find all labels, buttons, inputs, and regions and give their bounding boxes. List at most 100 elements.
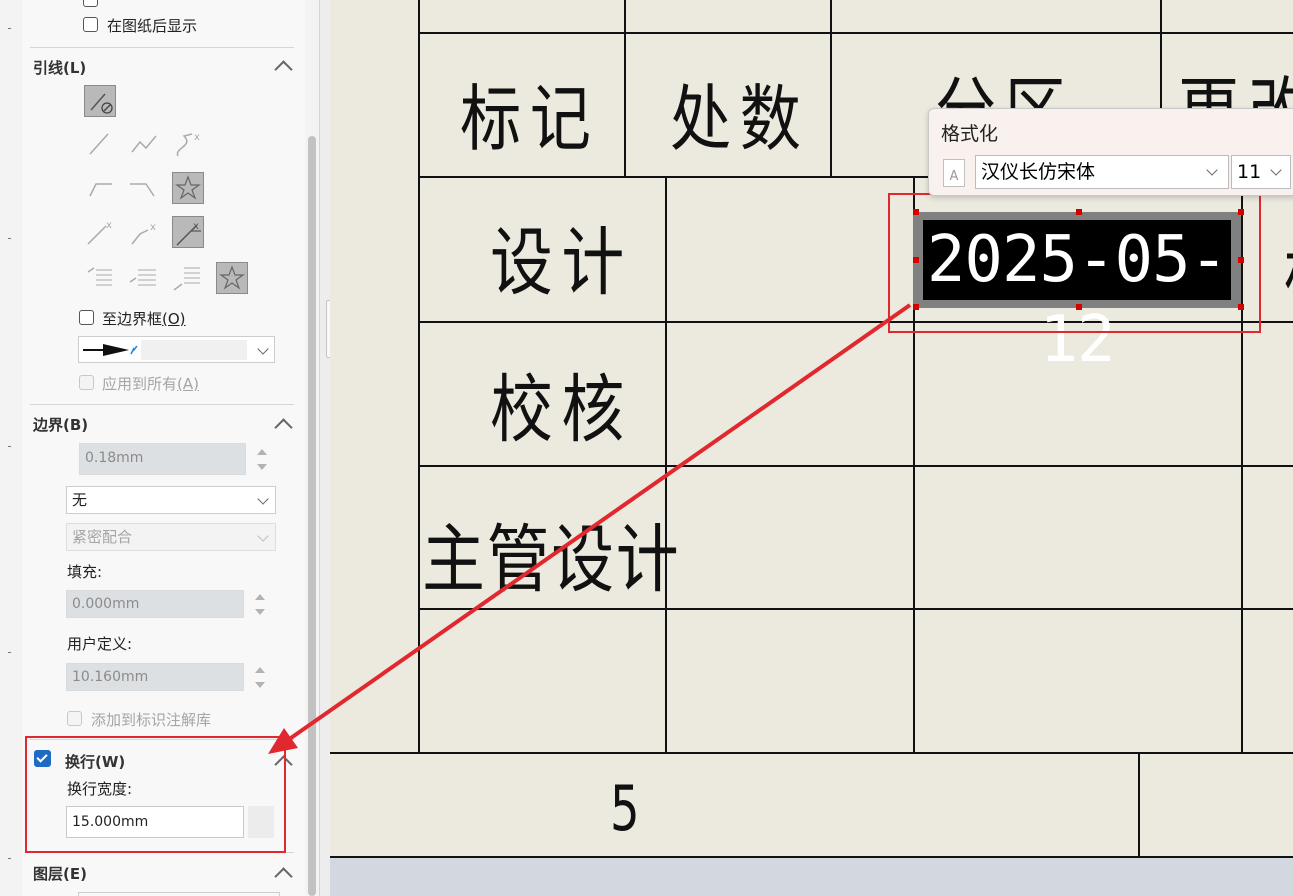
- font-icon: A: [943, 159, 965, 187]
- table-line: [418, 0, 420, 754]
- fill-spinner[interactable]: [248, 588, 272, 622]
- leader-left-icon[interactable]: [84, 172, 116, 204]
- chevron-down-icon: [1270, 164, 1282, 176]
- bottom-value-cell[interactable]: 5: [610, 772, 640, 845]
- chevron-down-icon: [1206, 164, 1218, 176]
- apply-all-label: 应用到所有(A): [102, 373, 199, 394]
- border-fit-select[interactable]: 紧密配合: [66, 523, 276, 551]
- arrow-style-preview-icon: [83, 340, 247, 360]
- border-style-select[interactable]: 无: [66, 486, 276, 514]
- arrow-style-select[interactable]: [78, 336, 275, 363]
- date-annotation-outline: [888, 193, 1261, 333]
- align-bottom-leader-icon[interactable]: [172, 262, 204, 294]
- edge-tick: [8, 28, 11, 29]
- layer-title-text: 图层: [33, 865, 64, 883]
- leader-collapse-icon[interactable]: [274, 60, 293, 79]
- add-library-checkbox[interactable]: [67, 711, 82, 726]
- apply-all-shortcut: (A): [177, 375, 199, 393]
- leader-title-text: 引线: [33, 59, 64, 77]
- edge-tick: [8, 238, 11, 239]
- edge-tick: [8, 446, 11, 447]
- right-partial-cell: 标: [1284, 215, 1293, 320]
- border-style-value: 无: [72, 491, 88, 509]
- section-divider: [30, 47, 294, 48]
- format-popup[interactable]: 格式化 A 汉仪长仿宋体 11: [928, 108, 1293, 196]
- layer-select[interactable]: [78, 892, 280, 896]
- header-mark-cell[interactable]: 标记: [460, 60, 599, 165]
- panel-scrollbar-thumb[interactable]: [308, 136, 316, 896]
- chevron-down-icon: [257, 530, 269, 542]
- bent-leader-icon[interactable]: [128, 128, 160, 160]
- svg-text:x: x: [194, 132, 200, 143]
- border-thickness-spinner[interactable]: [250, 443, 274, 477]
- svg-text:x: x: [193, 221, 199, 232]
- font-size-select[interactable]: 11: [1231, 155, 1291, 189]
- show-behind-sheet-label: 在图纸后显示: [107, 17, 198, 35]
- fill-label: 填充:: [67, 563, 103, 581]
- user-defined-field[interactable]: 10.160mm: [66, 663, 244, 691]
- chevron-down-icon: [257, 343, 269, 355]
- svg-text:x: x: [106, 220, 112, 231]
- font-value: 汉仪长仿宋体: [981, 161, 1096, 183]
- table-line: [330, 752, 1293, 754]
- to-boundary-checkbox[interactable]: [79, 310, 94, 325]
- user-defined-spinner[interactable]: [248, 661, 272, 695]
- header-change-cell[interactable]: 更改: [1178, 52, 1293, 110]
- align-center-leader-icon[interactable]: [128, 262, 160, 294]
- leader-nearest-icon[interactable]: [172, 172, 204, 204]
- leader-underline-icon[interactable]: x: [172, 216, 204, 248]
- to-boundary-shortcut: (O): [162, 310, 186, 328]
- layer-section-title[interactable]: 图层(E): [33, 863, 87, 884]
- bent-arrow-leader-icon[interactable]: x: [128, 216, 160, 248]
- leader-right-icon[interactable]: [128, 172, 160, 204]
- apply-all-text: 应用到所有: [102, 375, 178, 393]
- row-check-cell[interactable]: 校核: [490, 350, 633, 457]
- table-line: [418, 608, 1293, 610]
- no-leader-icon[interactable]: [84, 85, 116, 117]
- top-partial-checkbox[interactable]: [83, 0, 98, 7]
- header-zone-cell[interactable]: 分区: [935, 52, 1074, 110]
- straight-leader-icon[interactable]: [84, 128, 116, 160]
- table-line: [418, 32, 1293, 34]
- border-thickness-field[interactable]: 0.18mm: [79, 443, 246, 475]
- row-chief-design-cell[interactable]: 主管设计: [422, 500, 680, 607]
- table-line: [418, 465, 1293, 467]
- align-left-leader-icon[interactable]: [84, 262, 116, 294]
- table-line: [1138, 754, 1140, 858]
- leader-shortcut: (L): [63, 59, 87, 77]
- table-line: [624, 0, 626, 178]
- border-shortcut: (B): [63, 416, 89, 434]
- leader-attach-star-icon[interactable]: [216, 262, 248, 294]
- chevron-down-icon: [257, 493, 269, 505]
- layer-collapse-icon[interactable]: [274, 867, 293, 886]
- layer-shortcut: (E): [63, 865, 87, 883]
- border-title-text: 边界: [33, 416, 64, 434]
- format-popup-title: 格式化: [941, 123, 999, 145]
- add-library-label: 添加到标识注解库: [91, 711, 212, 729]
- to-boundary-text: 至边界框: [102, 310, 163, 328]
- border-fit-value: 紧密配合: [72, 528, 133, 546]
- border-section-title[interactable]: 边界(B): [33, 414, 88, 435]
- sheet-bottom-area: [330, 858, 1293, 896]
- left-edge-strip: [0, 0, 23, 896]
- to-boundary-label: 至边界框(O): [102, 308, 186, 329]
- fill-field[interactable]: 0.000mm: [66, 590, 244, 618]
- spline-leader-icon[interactable]: x: [172, 128, 204, 160]
- show-behind-sheet-checkbox[interactable]: [83, 17, 98, 32]
- table-line: [830, 34, 832, 178]
- leader-section-title[interactable]: 引线(L): [33, 57, 86, 78]
- wrap-annotation-outline: [25, 736, 286, 853]
- section-divider: [30, 404, 294, 405]
- header-count-cell[interactable]: 处数: [670, 60, 809, 165]
- edge-tick: [8, 858, 11, 859]
- svg-text:x: x: [150, 222, 156, 233]
- apply-all-checkbox[interactable]: [79, 375, 94, 390]
- straight-arrow-leader-icon[interactable]: x: [84, 216, 116, 248]
- row-design-cell[interactable]: 设计: [490, 203, 633, 310]
- panel-splitter[interactable]: [319, 0, 330, 896]
- edge-tick: [8, 652, 11, 653]
- font-select[interactable]: 汉仪长仿宋体: [975, 155, 1229, 189]
- border-collapse-icon[interactable]: [274, 418, 293, 437]
- user-defined-label: 用户定义:: [67, 635, 133, 653]
- font-size-value: 11: [1237, 161, 1262, 183]
